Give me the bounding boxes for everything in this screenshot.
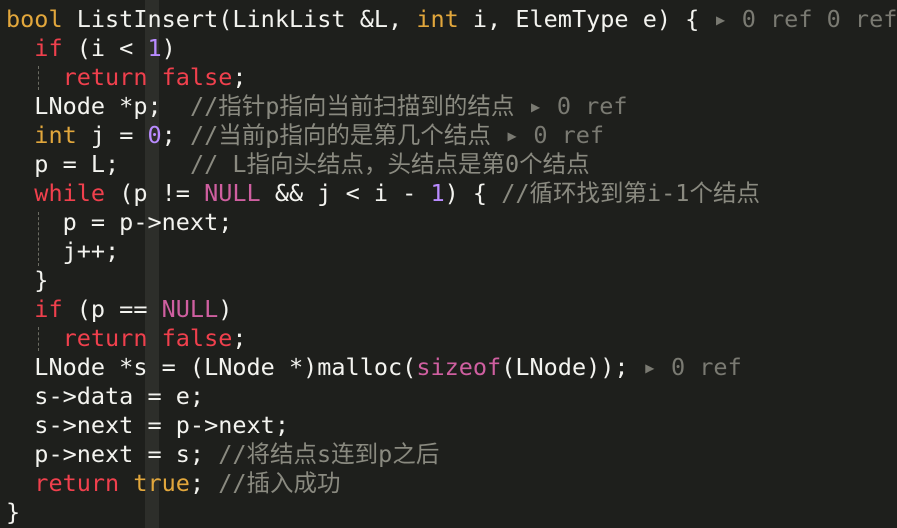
code-token: int [34,121,77,149]
code-token: i, ElemType e) { [458,5,714,33]
code-token: ; [232,324,247,352]
code-editor[interactable]: bool ListInsert(LinkList &L, int i, Elem… [0,0,897,528]
code-token: LNode *p; [6,92,190,120]
code-line[interactable]: return true; //插入成功 [6,469,341,498]
code-token: if [34,295,63,323]
code-token: while [34,179,106,207]
code-token: (LNode)); [501,353,643,381]
code-token: //指针p指向当前扫描到的结点 [189,92,529,120]
code-token: ; [189,469,219,497]
code-line[interactable]: p = p->next; [6,208,233,237]
code-token: //插入成功 [218,469,341,497]
code-token: ; [232,63,247,91]
code-line[interactable]: return false; [6,63,247,92]
code-token: true [133,469,190,497]
code-token: p->next = s; [6,440,219,468]
code-token: ) [218,295,233,323]
code-token: false [161,63,233,91]
code-line[interactable]: while (p != NULL && j < i - 1) { //循环找到第… [6,179,760,208]
code-token: (p == [62,295,162,323]
code-token: s->next = p->next; [6,411,289,439]
code-line[interactable]: p = L; // L指向头结点，头结点是第0个结点 [6,150,590,179]
code-token: NULL [161,295,219,323]
code-token: } [6,266,49,294]
code-token: bool [6,5,63,33]
code-line[interactable]: if (p == NULL) [6,295,232,324]
code-token: 0 [147,121,162,149]
code-token: s->data = e; [6,382,205,410]
code-token: return [34,469,120,497]
code-token: p = L; [6,150,190,178]
code-token: if [34,34,63,62]
code-token: ) { [444,179,502,207]
code-line[interactable]: LNode *s = (LNode *)malloc(sizeof(LNode)… [6,353,742,382]
code-token: ListInsert(LinkList &L, [62,5,417,33]
code-token: } [6,498,21,526]
code-token: (p != [105,179,205,207]
code-token: (i < [62,34,148,62]
code-token: //当前p指向的是第几个结点 [189,121,506,149]
code-token: j = [76,121,148,149]
code-token: j++; [6,237,120,265]
code-token: // L指向头结点，头结点是第0个结点 [189,150,590,178]
code-line[interactable]: if (i < 1) [6,34,176,63]
codelens-reference-count[interactable]: ▸ 0 ref [505,121,604,149]
code-token: return [62,324,148,352]
code-token: int [416,5,459,33]
code-token: ; [161,121,190,149]
code-token: 1 [430,179,445,207]
code-line[interactable]: s->next = p->next; [6,411,289,440]
code-line[interactable]: int j = 0; //当前p指向的是第几个结点 ▸ 0 ref [6,121,604,150]
code-line[interactable]: } [6,498,20,527]
codelens-reference-count[interactable]: ▸ 0 ref 0 ref [713,5,897,33]
codelens-reference-count[interactable]: ▸ 0 ref [529,92,628,120]
code-line[interactable]: bool ListInsert(LinkList &L, int i, Elem… [6,5,897,34]
code-token: ) [161,34,176,62]
codelens-reference-count[interactable]: ▸ 0 ref [643,353,742,381]
code-token: sizeof [416,353,502,381]
code-line[interactable]: j++; [6,237,120,266]
code-token: //将结点s连到p之后 [218,440,440,468]
code-line[interactable]: p->next = s; //将结点s连到p之后 [6,440,439,469]
code-token: 1 [147,34,162,62]
code-line[interactable]: LNode *p; //指针p指向当前扫描到的结点 ▸ 0 ref [6,92,628,121]
code-line[interactable]: return false; [6,324,247,353]
code-token: false [161,324,233,352]
code-line[interactable]: s->data = e; [6,382,204,411]
code-token: //循环找到第i-1个结点 [501,179,760,207]
code-token: NULL [204,179,261,207]
code-token: LNode *s = (LNode *)malloc( [6,353,417,381]
code-token: return [62,63,148,91]
code-token: && j < i - [260,179,431,207]
code-line[interactable]: } [6,266,48,295]
code-token: p = p->next; [6,208,233,236]
